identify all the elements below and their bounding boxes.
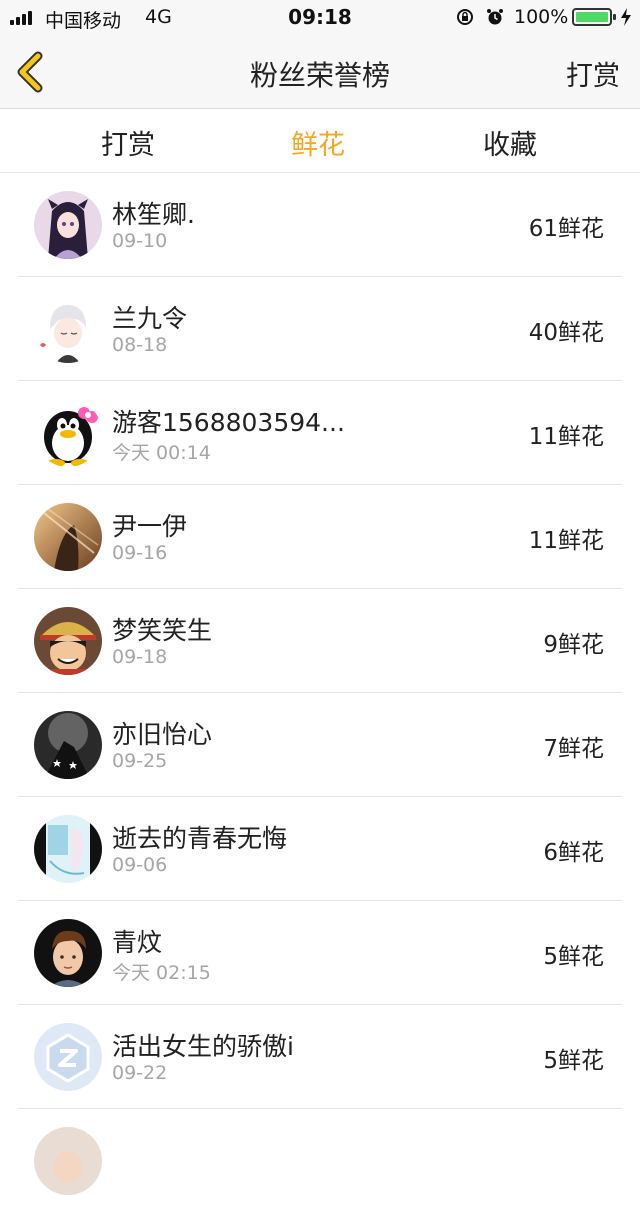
- fan-name: 亦旧怡心: [112, 720, 213, 749]
- avatar: [34, 711, 102, 779]
- tab-bar: 打赏 鲜花 收藏: [0, 109, 640, 173]
- fan-name: 林笙卿.: [112, 200, 195, 229]
- fan-date: 09-16: [112, 542, 168, 564]
- flower-count: 5鲜花: [543, 1048, 604, 1074]
- list-item[interactable]: 梦笑笑生 09-18 9鲜花: [0, 589, 640, 693]
- list-item[interactable]: 林笙卿. 09-10 61鲜花: [0, 173, 640, 277]
- list-item[interactable]: 尹一伊 09-16 11鲜花: [0, 485, 640, 589]
- page-title: 粉丝荣誉榜: [249, 59, 390, 92]
- fan-date: 09-18: [112, 646, 168, 668]
- list-item[interactable]: 逝去的青春无悔 09-06 6鲜花: [0, 797, 640, 901]
- fan-ranking-list: 林笙卿. 09-10 61鲜花 兰九令 08-18 40鲜花 游客1568803…: [0, 173, 640, 1213]
- fan-date: 今天 02:15: [112, 962, 211, 984]
- fan-name: 兰九令: [112, 304, 188, 333]
- list-item[interactable]: 游客1568803594... 今天 00:14 11鲜花: [0, 381, 640, 485]
- list-item[interactable]: 活出女生的骄傲i 09-22 5鲜花: [0, 1005, 640, 1109]
- flower-count: 11鲜花: [528, 424, 604, 450]
- navigation-bar: 粉丝荣誉榜 打赏: [0, 36, 640, 109]
- list-item[interactable]: [0, 1109, 640, 1213]
- fan-date: 08-18: [112, 334, 168, 356]
- list-item[interactable]: 亦旧怡心 09-25 7鲜花: [0, 693, 640, 797]
- avatar: [34, 503, 102, 571]
- fan-name: 逝去的青春无悔: [112, 824, 288, 853]
- flower-count: 40鲜花: [528, 320, 604, 346]
- avatar: [34, 607, 102, 675]
- fan-name: 尹一伊: [112, 512, 188, 541]
- fan-date: 09-06: [112, 854, 168, 876]
- status-bar: 中国移动 4G 09:18 100%: [0, 0, 640, 36]
- list-item[interactable]: 青炆 今天 02:15 5鲜花: [0, 901, 640, 1005]
- tab-favorites[interactable]: 收藏: [430, 123, 590, 162]
- flower-count: 7鲜花: [543, 736, 604, 762]
- avatar: [34, 1023, 102, 1091]
- flower-count: 6鲜花: [543, 840, 604, 866]
- avatar: [34, 191, 102, 259]
- fan-name: 梦笑笑生: [112, 616, 213, 645]
- avatar: [34, 815, 102, 883]
- avatar: [34, 399, 102, 467]
- avatar: [34, 919, 102, 987]
- reward-button[interactable]: 打赏: [566, 54, 620, 93]
- fan-name: 青炆: [112, 928, 163, 957]
- flower-count: 61鲜花: [528, 216, 604, 242]
- list-item[interactable]: 兰九令 08-18 40鲜花: [0, 277, 640, 381]
- flower-count: 5鲜花: [543, 944, 604, 970]
- tab-flowers[interactable]: 鲜花: [238, 123, 398, 162]
- avatar: [34, 1127, 102, 1195]
- battery-icon: [572, 8, 616, 26]
- fan-name: 游客1568803594...: [112, 408, 345, 437]
- flower-count: 9鲜花: [543, 632, 604, 658]
- battery-percentage: 100%: [514, 6, 569, 28]
- fan-date: 09-22: [112, 1062, 168, 1084]
- fan-date: 09-25: [112, 750, 168, 772]
- alarm-icon: [487, 9, 503, 25]
- avatar: [34, 295, 102, 363]
- rotation-lock-icon: [457, 9, 473, 25]
- fan-date: 09-10: [112, 230, 168, 252]
- fan-date: 今天 00:14: [112, 442, 211, 464]
- charging-icon: [621, 8, 631, 26]
- flower-count: 11鲜花: [528, 528, 604, 554]
- tab-reward[interactable]: 打赏: [48, 123, 208, 162]
- fan-name: 活出女生的骄傲i: [112, 1032, 294, 1061]
